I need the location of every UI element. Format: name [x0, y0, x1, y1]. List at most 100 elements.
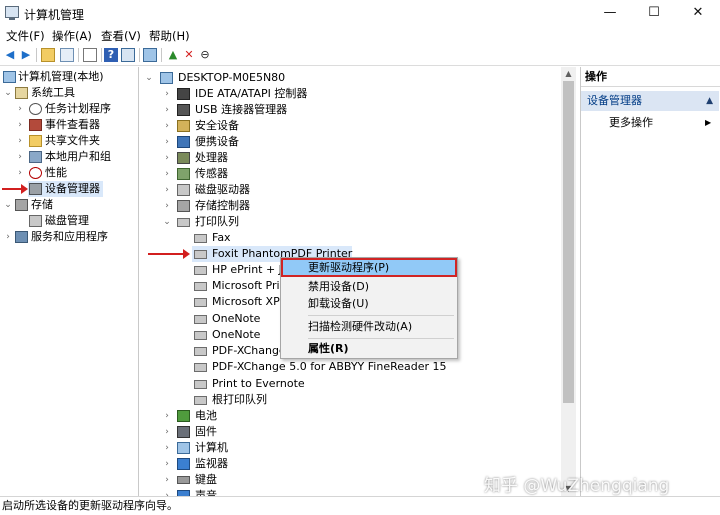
tree-services-apps[interactable]: › 服务和应用程序 [0, 229, 138, 245]
chevron-down-icon[interactable]: ⌄ [162, 214, 172, 230]
maximize-button[interactable]: ☐ [632, 0, 676, 26]
tree-system-tools[interactable]: ⌄ 系统工具 [0, 85, 138, 101]
device-category-disk-drives[interactable]: › 磁盘驱动器 [140, 182, 560, 198]
chevron-right-icon[interactable]: › [162, 86, 172, 102]
tree-disk-management[interactable]: 磁盘管理 [0, 213, 138, 229]
device-label: 存储控制器 [195, 199, 250, 212]
chevron-right-icon[interactable]: › [15, 149, 25, 165]
update-driver-icon[interactable]: ▲ [166, 48, 180, 62]
monitor-icon [177, 458, 190, 470]
device-category-usb[interactable]: › USB 连接器管理器 [140, 102, 560, 118]
clock-icon [29, 103, 42, 115]
device-category-portable[interactable]: › 便携设备 [140, 134, 560, 150]
printer-item[interactable]: Print to Evernote [140, 376, 560, 392]
chevron-right-icon[interactable]: › [15, 133, 25, 149]
menu-separator [308, 315, 454, 316]
tree-storage[interactable]: ⌄ 存储 [0, 197, 138, 213]
back-icon[interactable]: ◀ [3, 48, 17, 62]
tree-performance[interactable]: › 性能 [0, 165, 138, 181]
disk-drive-icon [177, 184, 190, 196]
chevron-down-icon[interactable]: ⌄ [3, 85, 13, 101]
annotation-arrow [148, 249, 190, 259]
menu-uninstall-device[interactable]: 卸载设备(U) [281, 295, 457, 313]
chevron-right-icon[interactable]: › [162, 440, 172, 456]
chevron-right-icon[interactable]: › [162, 488, 172, 496]
show-hide-tree-icon[interactable] [60, 48, 74, 62]
menu-scan-hardware[interactable]: 扫描检测硬件改动(A) [281, 318, 457, 336]
tree-root[interactable]: 计算机管理(本地) [0, 69, 138, 85]
menu-file[interactable]: 文件(F) [6, 28, 45, 44]
up-folder-icon[interactable] [41, 48, 55, 62]
chevron-right-icon[interactable]: › [15, 101, 25, 117]
tree-shared-folders[interactable]: › 共享文件夹 [0, 133, 138, 149]
device-category-monitors[interactable]: › 监视器 [140, 456, 560, 472]
menu-view[interactable]: 查看(V) [101, 28, 141, 44]
services-icon [15, 231, 28, 243]
tree-local-users[interactable]: › 本地用户和组 [0, 149, 138, 165]
menu-separator [308, 338, 454, 339]
device-label: 监视器 [195, 457, 228, 470]
chevron-right-icon[interactable]: › [162, 472, 172, 488]
menu-bar: 文件(F) 操作(A) 查看(V) 帮助(H) [0, 27, 720, 45]
scroll-up-icon[interactable]: ▲ [561, 68, 576, 80]
device-tree-root[interactable]: ⌄ DESKTOP-M0E5N80 [140, 70, 560, 86]
menu-action[interactable]: 操作(A) [52, 28, 92, 44]
disk-icon [29, 215, 42, 227]
tree-device-manager[interactable]: 设备管理器 [28, 181, 103, 197]
device-category-sensors[interactable]: › 传感器 [140, 166, 560, 182]
chevron-right-icon[interactable]: › [162, 198, 172, 214]
forward-icon[interactable]: ▶ [19, 48, 33, 62]
computer-management-icon [5, 6, 19, 20]
chevron-right-icon[interactable]: › [162, 134, 172, 150]
device-label: 处理器 [195, 151, 228, 164]
device-category-computer[interactable]: › 计算机 [140, 440, 560, 456]
disable-device-icon[interactable]: ⊖ [198, 48, 212, 62]
printer-icon [194, 250, 207, 259]
printer-item[interactable]: Fax [140, 230, 560, 246]
properties-icon[interactable] [83, 48, 97, 62]
device-tree-scrollbar[interactable]: ▲ ▼ [561, 67, 576, 496]
menu-disable-device[interactable]: 禁用设备(D) [281, 278, 457, 296]
chevron-right-icon[interactable]: › [15, 165, 25, 181]
device-category-security[interactable]: › 安全设备 [140, 118, 560, 134]
device-label: 传感器 [195, 167, 228, 180]
device-category-ide[interactable]: › IDE ATA/ATAPI 控制器 [140, 86, 560, 102]
device-category-print-queues[interactable]: ⌄ 打印队列 [140, 214, 560, 230]
chevron-right-icon[interactable]: › [162, 182, 172, 198]
chevron-right-icon[interactable]: › [162, 424, 172, 440]
chevron-down-icon[interactable]: ⌄ [3, 197, 13, 213]
minimize-button[interactable]: — [588, 0, 632, 26]
computer-icon [3, 71, 16, 83]
menu-properties[interactable]: 属性(R) [281, 340, 457, 358]
chevron-right-icon[interactable]: › [162, 102, 172, 118]
chevron-right-icon[interactable]: › [162, 150, 172, 166]
tree-task-scheduler[interactable]: › 任务计划程序 [0, 101, 138, 117]
toolbar-separator [101, 48, 102, 62]
printer-item[interactable]: PDF-XChange 5.0 for ABBYY FineReader 15 [140, 359, 560, 375]
actions-section-device-manager[interactable]: 设备管理器 ▲ [581, 91, 719, 111]
scan-hardware-icon[interactable] [143, 48, 157, 62]
device-category-battery[interactable]: › 电池 [140, 408, 560, 424]
close-button[interactable]: ✕ [676, 0, 720, 26]
device-category-processors[interactable]: › 处理器 [140, 150, 560, 166]
printer-item[interactable]: 根打印队列 [140, 392, 560, 408]
printer-icon [194, 331, 207, 340]
chevron-right-icon[interactable]: › [162, 166, 172, 182]
help-icon[interactable]: ? [104, 48, 118, 62]
scrollbar-thumb[interactable] [563, 81, 574, 403]
device-category-firmware[interactable]: › 固件 [140, 424, 560, 440]
toolbar-separator [78, 48, 79, 62]
chevron-right-icon[interactable]: › [3, 229, 13, 245]
device-category-storage-controllers[interactable]: › 存储控制器 [140, 198, 560, 214]
chevron-right-icon[interactable]: › [162, 118, 172, 134]
chevron-down-icon[interactable]: ⌄ [144, 70, 154, 86]
tree-event-viewer[interactable]: › 事件查看器 [0, 117, 138, 133]
chevron-right-icon[interactable]: › [162, 456, 172, 472]
more-actions-link[interactable]: 更多操作 [609, 115, 653, 131]
collapse-icon[interactable]: ▲ [706, 91, 713, 111]
view-icon[interactable] [121, 48, 135, 62]
chevron-right-icon[interactable]: › [162, 408, 172, 424]
menu-help[interactable]: 帮助(H) [149, 28, 190, 44]
chevron-right-icon[interactable]: › [15, 117, 25, 133]
uninstall-icon[interactable]: ✕ [182, 48, 196, 62]
